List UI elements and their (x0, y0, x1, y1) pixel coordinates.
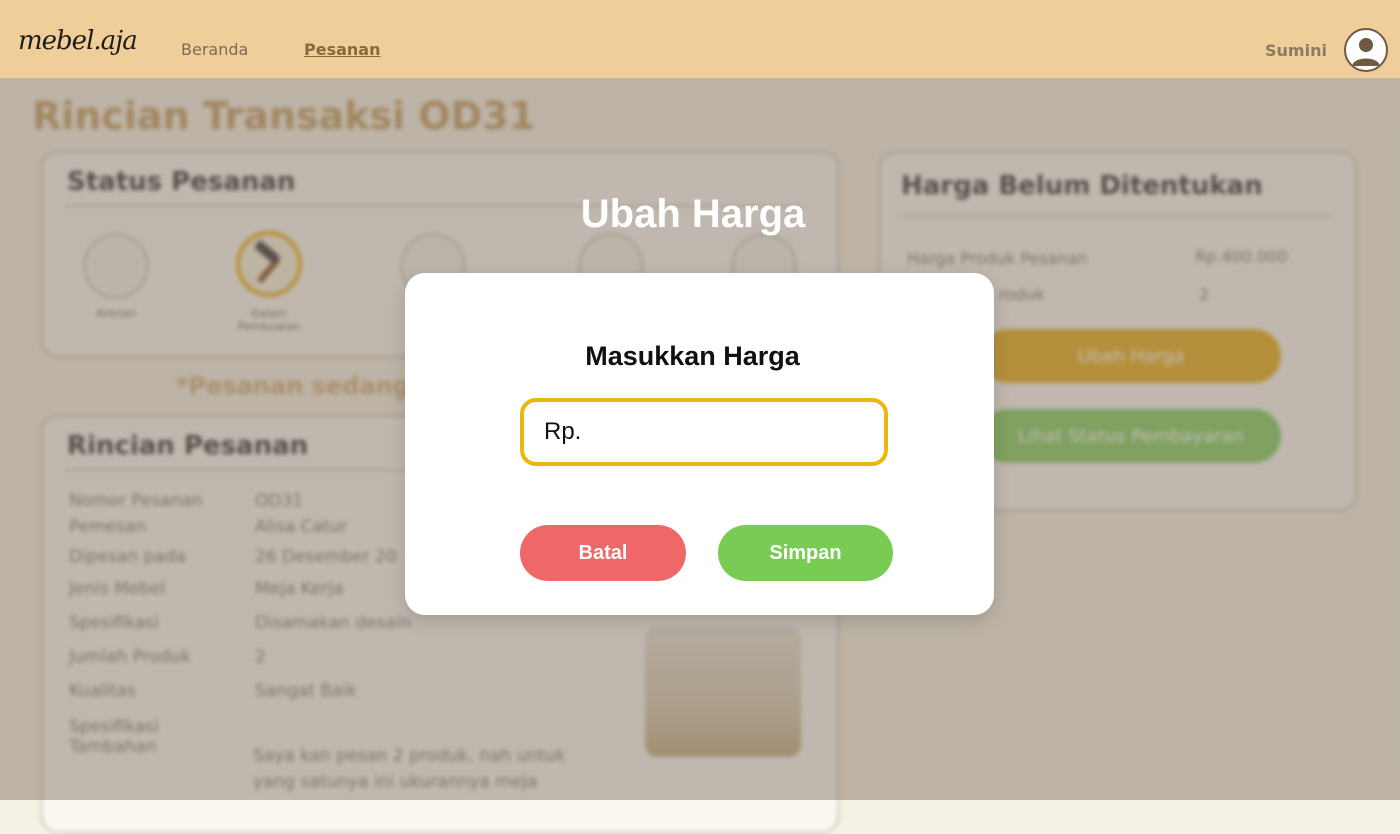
nav-link-beranda[interactable]: Beranda (181, 40, 248, 59)
modal-heading: Ubah Harga (580, 192, 806, 236)
user-name[interactable]: Sumini (1265, 41, 1327, 60)
modal-title: Masukkan Harga (585, 341, 800, 371)
navbar: mebel.aja Beranda Pesanan Sumini (0, 0, 1400, 78)
save-button[interactable]: Simpan (718, 525, 893, 581)
price-input[interactable] (520, 398, 888, 466)
cancel-button[interactable]: Batal (520, 525, 686, 581)
avatar-icon[interactable] (1344, 28, 1388, 72)
nav-link-pesanan[interactable]: Pesanan (304, 40, 380, 59)
logo[interactable]: mebel.aja (18, 26, 138, 56)
change-price-modal: Masukkan Harga Batal Simpan (405, 273, 994, 615)
